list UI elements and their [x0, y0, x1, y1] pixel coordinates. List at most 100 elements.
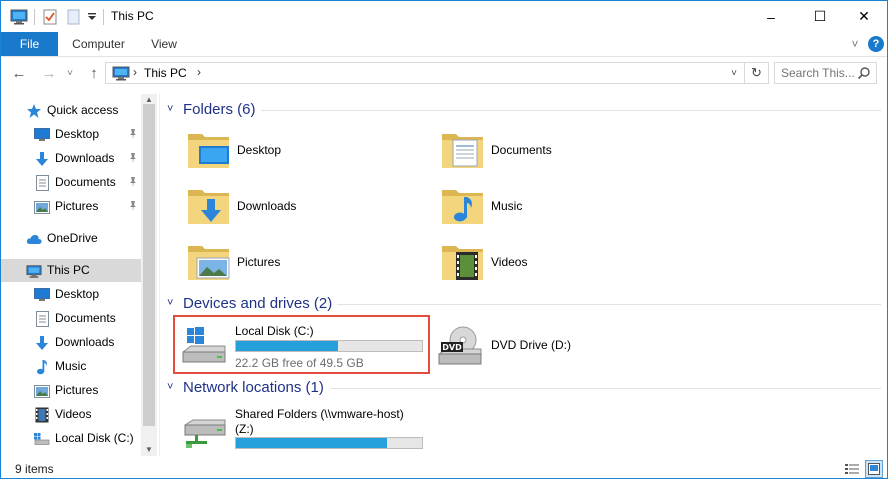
- folder-label: Desktop: [237, 143, 282, 157]
- computer-icon[interactable]: [9, 7, 29, 27]
- folder-documents[interactable]: Documents: [439, 126, 669, 176]
- drive-label-letter: (Z:): [235, 422, 254, 436]
- forward-button[interactable]: →: [39, 63, 59, 83]
- folder-downloads[interactable]: Downloads: [185, 182, 415, 232]
- search-box[interactable]: [774, 62, 877, 84]
- navigation-pane-scrollbar[interactable]: ▲ ▼: [141, 94, 157, 456]
- address-bar[interactable]: › This PC › ˅: [105, 62, 745, 84]
- help-button[interactable]: ?: [867, 35, 885, 53]
- sidebar-item-documents[interactable]: Documents: [1, 171, 141, 194]
- divider: [337, 304, 881, 305]
- window-title: This PC: [111, 9, 154, 23]
- pin-icon[interactable]: [127, 200, 139, 212]
- large-icons-view-icon[interactable]: [865, 460, 883, 478]
- tab-file[interactable]: File: [1, 32, 58, 56]
- dvd-drive-icon: DVD: [437, 322, 485, 370]
- back-button[interactable]: ←: [9, 63, 29, 83]
- recent-locations-button[interactable]: ˅: [63, 63, 77, 83]
- ribbon: File Computer View ˅ ?: [1, 32, 887, 57]
- drive-dvd-d[interactable]: DVD DVD Drive (D:): [433, 318, 689, 374]
- drive-usage-bar: [235, 437, 423, 449]
- sidebar-item-label: Desktop: [55, 127, 100, 141]
- sidebar-item-label: Videos: [55, 407, 92, 421]
- toolbar-separator: [103, 9, 104, 25]
- chevron-down-icon[interactable]: ˅: [167, 297, 173, 309]
- status-bar: 9 items: [1, 458, 887, 478]
- close-button[interactable]: ✕: [841, 1, 887, 32]
- desktop-icon: [34, 127, 50, 143]
- folder-pictures[interactable]: Pictures: [185, 238, 415, 288]
- group-header-folders[interactable]: ˅ Folders (6): [161, 99, 887, 121]
- expand-ribbon-button[interactable]: ˅: [847, 35, 863, 53]
- sidebar-item-documents[interactable]: Documents: [1, 307, 141, 330]
- navigation-pane: Quick access Desktop Downloads Documents…: [1, 94, 157, 456]
- divider: [261, 110, 881, 111]
- properties-checklist-icon[interactable]: [41, 7, 59, 27]
- details-view-icon[interactable]: [843, 460, 861, 478]
- pane-divider[interactable]: [159, 94, 160, 456]
- maximize-button[interactable]: ☐: [797, 1, 843, 32]
- sidebar-item-desktop[interactable]: Desktop: [1, 123, 141, 146]
- breadcrumb-chevron[interactable]: ›: [197, 65, 201, 79]
- scroll-down-arrow[interactable]: ▼: [141, 444, 157, 454]
- sidebar-item-label: Desktop: [55, 287, 100, 301]
- pin-icon[interactable]: [127, 152, 139, 164]
- music-icon: [34, 359, 50, 375]
- scrollbar-thumb[interactable]: [143, 104, 155, 426]
- group-title: Network locations (1): [183, 379, 324, 396]
- chevron-down-icon[interactable]: ˅: [167, 381, 173, 393]
- sidebar-item-downloads[interactable]: Downloads: [1, 331, 141, 354]
- sidebar-item-local-disk[interactable]: Local Disk (C:): [1, 427, 141, 450]
- minimize-button[interactable]: –: [748, 1, 794, 32]
- sidebar-item-downloads[interactable]: Downloads: [1, 147, 141, 170]
- customize-dropdown-icon[interactable]: [85, 7, 99, 27]
- scroll-up-arrow[interactable]: ▲: [141, 94, 157, 104]
- sidebar-item-label: Documents: [55, 175, 116, 189]
- group-header-network-locations[interactable]: ˅ Network locations (1): [161, 377, 887, 399]
- content-area: ˅ Folders (6) Desktop Documents Download…: [161, 89, 887, 457]
- pin-icon[interactable]: [127, 128, 139, 140]
- sidebar-item-pictures[interactable]: Pictures: [1, 195, 141, 218]
- sidebar-item-label: Pictures: [55, 383, 99, 397]
- sidebar-item-label: OneDrive: [47, 231, 98, 245]
- folder-desktop[interactable]: Desktop: [185, 126, 415, 176]
- documents-folder-icon: [439, 126, 487, 174]
- sidebar-item-label: Local Disk (C:): [55, 431, 134, 445]
- folder-label: Documents: [491, 143, 552, 157]
- up-button[interactable]: ↑: [84, 63, 104, 83]
- sidebar-item-videos[interactable]: Videos: [1, 403, 141, 426]
- pin-icon[interactable]: [127, 176, 139, 188]
- group-header-devices-and-drives[interactable]: ˅ Devices and drives (2): [161, 293, 887, 315]
- search-icon[interactable]: [857, 66, 871, 83]
- sidebar-item-desktop[interactable]: Desktop: [1, 283, 141, 306]
- title-bar: This PC – ☐ ✕: [1, 1, 887, 32]
- chevron-down-icon[interactable]: ˅: [167, 103, 173, 115]
- refresh-button[interactable]: ↻: [745, 62, 769, 84]
- drive-label: DVD Drive (D:): [491, 338, 571, 352]
- breadcrumb-chevron[interactable]: ›: [133, 65, 137, 79]
- new-folder-icon[interactable]: [65, 7, 81, 27]
- folder-music[interactable]: Music: [439, 182, 669, 232]
- group-title: Folders (6): [183, 101, 256, 118]
- tab-computer[interactable]: Computer: [61, 32, 136, 56]
- pictures-icon: [34, 383, 50, 399]
- sidebar-item-pictures[interactable]: Pictures: [1, 379, 141, 402]
- dvd-badge: DVD: [442, 343, 462, 352]
- star-icon: [26, 103, 42, 119]
- breadcrumb-this-pc[interactable]: This PC: [144, 66, 187, 80]
- videos-folder-icon: [439, 238, 487, 286]
- sidebar-item-label: Downloads: [55, 151, 115, 165]
- drive-shared-folders-z[interactable]: Shared Folders (\\vmware-host) (Z:): [177, 401, 433, 457]
- folder-videos[interactable]: Videos: [439, 238, 669, 288]
- search-input[interactable]: [775, 63, 859, 83]
- tab-view[interactable]: View: [138, 32, 190, 56]
- sidebar-item-quick-access[interactable]: Quick access: [1, 99, 141, 122]
- documents-icon: [34, 175, 50, 191]
- address-dropdown-button[interactable]: ˅: [726, 64, 742, 82]
- desktop-icon: [34, 287, 50, 303]
- sidebar-item-music[interactable]: Music: [1, 355, 141, 378]
- folder-label: Music: [491, 199, 523, 213]
- toolbar-separator: [34, 9, 35, 25]
- sidebar-item-onedrive[interactable]: OneDrive: [1, 227, 141, 250]
- sidebar-item-this-pc[interactable]: This PC: [1, 259, 141, 282]
